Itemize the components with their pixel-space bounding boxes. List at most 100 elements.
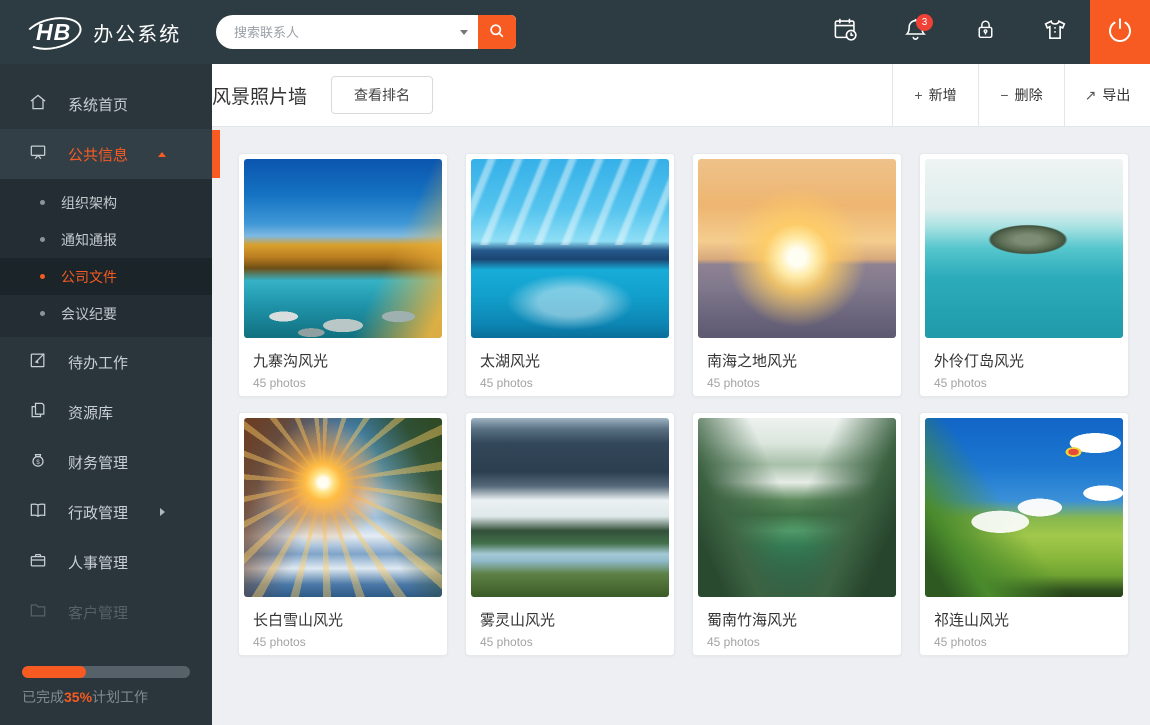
app-window: HB 办公系统 bbox=[0, 0, 1150, 725]
search-button[interactable] bbox=[478, 15, 516, 49]
screen-icon bbox=[28, 142, 48, 166]
logo-hb-icon: HB bbox=[26, 17, 81, 48]
card-count: 45 photos bbox=[934, 376, 1114, 390]
sidebar-submenu: 组织架构 通知通报 公司文件 会议纪要 bbox=[0, 179, 212, 337]
header-actions: + 新增 − 删除 ↗ 导出 bbox=[892, 64, 1150, 126]
search-icon bbox=[487, 21, 507, 44]
book-icon bbox=[28, 500, 48, 524]
copy-icon bbox=[28, 400, 48, 424]
photo-image bbox=[244, 418, 442, 597]
shirt-icon bbox=[1041, 16, 1069, 49]
svg-text:$: $ bbox=[36, 459, 40, 466]
view-ranking-button[interactable]: 查看排名 bbox=[331, 76, 433, 114]
sidebar-item-home[interactable]: 系统首页 bbox=[0, 79, 212, 129]
main-content: 风景照片墙 查看排名 + 新增 − 删除 ↗ 导出 九寨沟风光 bbox=[212, 64, 1150, 725]
progress-fill bbox=[22, 666, 86, 678]
bullet-icon bbox=[40, 311, 45, 316]
search-input[interactable] bbox=[216, 15, 460, 49]
sidebar-item-label: 财务管理 bbox=[68, 452, 128, 473]
photo-card[interactable]: 九寨沟风光 45 photos bbox=[238, 153, 448, 397]
delete-button[interactable]: − 删除 bbox=[978, 64, 1064, 126]
sidebar-item-hr[interactable]: 人事管理 bbox=[0, 537, 212, 587]
photo-card[interactable]: 雾灵山风光 45 photos bbox=[465, 412, 675, 656]
sidebar-item-label: 客户管理 bbox=[68, 602, 128, 623]
photo-card[interactable]: 祁连山风光 45 photos bbox=[919, 412, 1129, 656]
active-menu-indicator bbox=[212, 130, 220, 178]
sidebar-item-admin[interactable]: 行政管理 bbox=[0, 487, 212, 537]
minus-icon: − bbox=[1000, 87, 1008, 103]
sidebar-item-label: 行政管理 bbox=[68, 502, 128, 523]
calendar-icon bbox=[832, 16, 859, 48]
sidebar-item-notices[interactable]: 通知通报 bbox=[0, 221, 212, 258]
bullet-icon bbox=[40, 200, 45, 205]
plus-icon: + bbox=[914, 87, 922, 103]
photo-image bbox=[471, 418, 669, 597]
money-bag-icon: $ bbox=[28, 450, 48, 474]
sidebar: 系统首页 公共信息 组织架构 通知通报 bbox=[0, 64, 212, 725]
progress-bar bbox=[22, 666, 190, 678]
progress-percent: 35% bbox=[64, 689, 92, 705]
app-title: 办公系统 bbox=[93, 18, 181, 47]
chevron-right-icon bbox=[160, 508, 165, 516]
sidebar-item-company-files[interactable]: 公司文件 bbox=[0, 258, 212, 295]
lock-icon bbox=[973, 17, 998, 47]
chevron-down-icon[interactable] bbox=[460, 30, 468, 35]
theme-button[interactable] bbox=[1020, 0, 1090, 64]
contact-search bbox=[216, 15, 516, 49]
photo-card[interactable]: 南海之地风光 45 photos bbox=[692, 153, 902, 397]
photo-card[interactable]: 蜀南竹海风光 45 photos bbox=[692, 412, 902, 656]
chevron-up-icon bbox=[158, 152, 166, 157]
card-title: 南海之地风光 bbox=[707, 350, 887, 371]
sidebar-item-resources[interactable]: 资源库 bbox=[0, 387, 212, 437]
photo-card[interactable]: 外伶仃岛风光 45 photos bbox=[919, 153, 1129, 397]
power-icon bbox=[1105, 15, 1135, 50]
sidebar-item-finance[interactable]: $ 财务管理 bbox=[0, 437, 212, 487]
sidebar-item-org[interactable]: 组织架构 bbox=[0, 184, 212, 221]
brand-logo[interactable]: HB 办公系统 bbox=[0, 17, 212, 48]
work-progress: 已完成35%计划工作 bbox=[22, 666, 190, 707]
sidebar-item-customers[interactable]: 客户管理 bbox=[0, 587, 212, 637]
photo-grid: 九寨沟风光 45 photos 太湖风光 45 photos 南海之地风光 45… bbox=[212, 127, 1150, 656]
export-arrow-icon: ↗ bbox=[1085, 87, 1097, 104]
sidebar-item-label: 通知通报 bbox=[61, 230, 117, 250]
sidebar-item-label: 组织架构 bbox=[61, 193, 117, 213]
progress-label: 已完成35%计划工作 bbox=[22, 687, 190, 707]
card-title: 蜀南竹海风光 bbox=[707, 609, 887, 630]
card-title: 雾灵山风光 bbox=[480, 609, 660, 630]
lock-button[interactable] bbox=[950, 0, 1020, 64]
card-count: 45 photos bbox=[253, 376, 433, 390]
sidebar-item-todo[interactable]: 待办工作 bbox=[0, 337, 212, 387]
card-count: 45 photos bbox=[707, 376, 887, 390]
photo-card[interactable]: 长白雪山风光 45 photos bbox=[238, 412, 448, 656]
notifications-button[interactable]: 3 bbox=[880, 0, 950, 64]
edit-icon bbox=[28, 350, 48, 374]
photo-image bbox=[698, 418, 896, 597]
photo-image bbox=[471, 159, 669, 338]
card-title: 祁连山风光 bbox=[934, 609, 1114, 630]
content-header: 风景照片墙 查看排名 + 新增 − 删除 ↗ 导出 bbox=[212, 64, 1150, 127]
photo-image bbox=[698, 159, 896, 338]
card-count: 45 photos bbox=[480, 635, 660, 649]
card-count: 45 photos bbox=[707, 635, 887, 649]
topbar: HB 办公系统 bbox=[0, 0, 1150, 64]
photo-image bbox=[925, 159, 1123, 338]
card-title: 长白雪山风光 bbox=[253, 609, 433, 630]
sidebar-item-meeting-minutes[interactable]: 会议纪要 bbox=[0, 295, 212, 332]
calendar-button[interactable] bbox=[810, 0, 880, 64]
logout-button[interactable] bbox=[1090, 0, 1150, 64]
export-button[interactable]: ↗ 导出 bbox=[1064, 64, 1150, 126]
card-count: 45 photos bbox=[253, 635, 433, 649]
sidebar-item-public-info[interactable]: 公共信息 bbox=[0, 129, 212, 179]
card-count: 45 photos bbox=[934, 635, 1114, 649]
sidebar-item-label: 资源库 bbox=[68, 402, 113, 423]
sidebar-item-label: 会议纪要 bbox=[61, 304, 117, 324]
sidebar-item-label: 系统首页 bbox=[68, 94, 128, 115]
card-count: 45 photos bbox=[480, 376, 660, 390]
bullet-icon bbox=[40, 237, 45, 242]
sidebar-menu: 系统首页 公共信息 组织架构 通知通报 bbox=[0, 64, 212, 637]
add-button[interactable]: + 新增 bbox=[892, 64, 978, 126]
photo-card[interactable]: 太湖风光 45 photos bbox=[465, 153, 675, 397]
sidebar-item-label: 公共信息 bbox=[68, 144, 128, 165]
card-title: 九寨沟风光 bbox=[253, 350, 433, 371]
notification-badge: 3 bbox=[916, 14, 933, 31]
